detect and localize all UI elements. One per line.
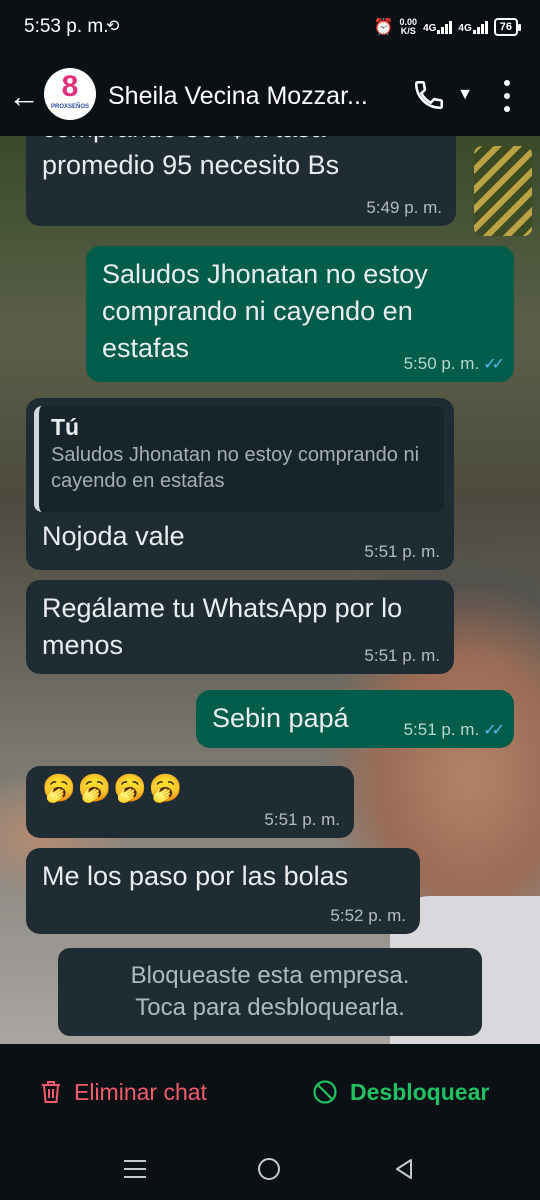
message-time-read: 5:50 p. m. ✓✓ [403,354,505,373]
blocked-action-bar: Eliminar chat Desbloquear [0,1044,540,1138]
avatar[interactable]: 8 PROXSEÑOS [44,68,96,120]
message-outgoing[interactable]: Saludos Jhonatan no estoy comprando ni c… [86,246,514,382]
message-time-read: 5:51 p. m. ✓✓ [403,720,505,739]
chevron-down-icon[interactable]: ▼ [452,80,478,110]
notice-line-1: Bloqueaste esta empresa. [130,962,410,989]
message-incoming-emoji[interactable]: 🥱🥱🥱🥱 5:51 p. m. [26,766,354,838]
recents-icon[interactable] [124,1160,146,1178]
message-time: 5:51 p. m. [364,542,440,561]
message-time: 5:49 p. m. [366,198,442,217]
avatar-logo-text: PROXSEÑOS [50,104,89,110]
quoted-message[interactable]: Tú Saludos Jhonatan no estoy comprando n… [34,406,444,512]
quote-text: Saludos Jhonatan no estoy comprando ni c… [51,444,420,492]
chat-background[interactable]: comprando 300$ a tasa promedio 95 necesi… [0,136,540,1044]
unblock-label: Desbloquear [350,1078,490,1105]
system-nav-bar [0,1138,540,1200]
alarm-icon: ⏰ [373,19,394,36]
double-check-icon: ✓✓ [483,356,505,373]
unblock-icon [313,1080,337,1104]
home-icon[interactable] [258,1158,280,1180]
chat-header: ← 8 PROXSEÑOS Sheila Vecina Mozzar... ▼ [0,56,540,136]
back-triangle-icon[interactable] [394,1158,414,1180]
unblock-button[interactable]: Desbloquear [312,1074,489,1110]
wallpaper-decoration [474,146,532,236]
double-check-icon: ✓✓ [483,722,505,739]
message-text: comprando 300$ a tasa promedio 95 necesi… [42,136,340,180]
blocked-business-notice[interactable]: Bloqueaste esta empresa. Toca para desbl… [58,948,482,1036]
message-outgoing[interactable]: Sebin papá 5:51 p. m. ✓✓ [196,690,514,748]
phone-call-icon[interactable] [412,78,446,112]
network-type-2: 4G [458,23,472,34]
delete-chat-button[interactable]: Eliminar chat [40,1074,207,1110]
message-time: 5:51 p. m. [264,810,340,829]
signal-bars-icon [437,20,453,34]
trash-icon [42,1081,60,1103]
signal-2: 4G [458,20,488,34]
message-incoming-reply[interactable]: Tú Saludos Jhonatan no estoy comprando n… [26,398,454,570]
message-text: Me los paso por las bolas [42,861,349,891]
message-text: Saludos Jhonatan no estoy comprando ni c… [102,259,428,363]
message-incoming[interactable]: Regálame tu WhatsApp por lo menos 5:51 p… [26,580,454,674]
message-incoming[interactable]: comprando 300$ a tasa promedio 95 necesi… [26,136,456,226]
sync-icon: ⟲ [106,18,120,35]
delete-chat-label: Eliminar chat [74,1078,207,1105]
message-emoji: 🥱🥱🥱🥱 [42,773,185,803]
quote-author: Tú [51,414,80,440]
battery-icon: 76 [493,18,522,36]
signal-1: 4G [423,20,453,34]
avatar-logo-letter: 8 [61,70,79,103]
notice-line-2: Toca para desbloquearla. [135,994,405,1021]
network-speed: 0.00 K/S [399,17,418,36]
status-time: 5:53 p. m. [24,16,109,37]
message-time: 5:51 p. m. [364,646,440,665]
status-bar: 5:53 p. m. ⟲ ⏰ 0.00 K/S 4G 4G 76 [0,0,540,56]
more-options-icon[interactable] [494,78,520,114]
network-type-1: 4G [423,23,437,34]
message-time: 5:52 p. m. [330,906,406,925]
status-icons: ⏰ 0.00 K/S 4G 4G 76 [373,14,522,40]
message-incoming[interactable]: Me los paso por las bolas 5:52 p. m. [26,848,420,934]
signal-bars-icon [472,20,488,34]
back-arrow-icon[interactable]: ← [8,76,44,116]
contact-name[interactable]: Sheila Vecina Mozzar... [108,82,406,111]
